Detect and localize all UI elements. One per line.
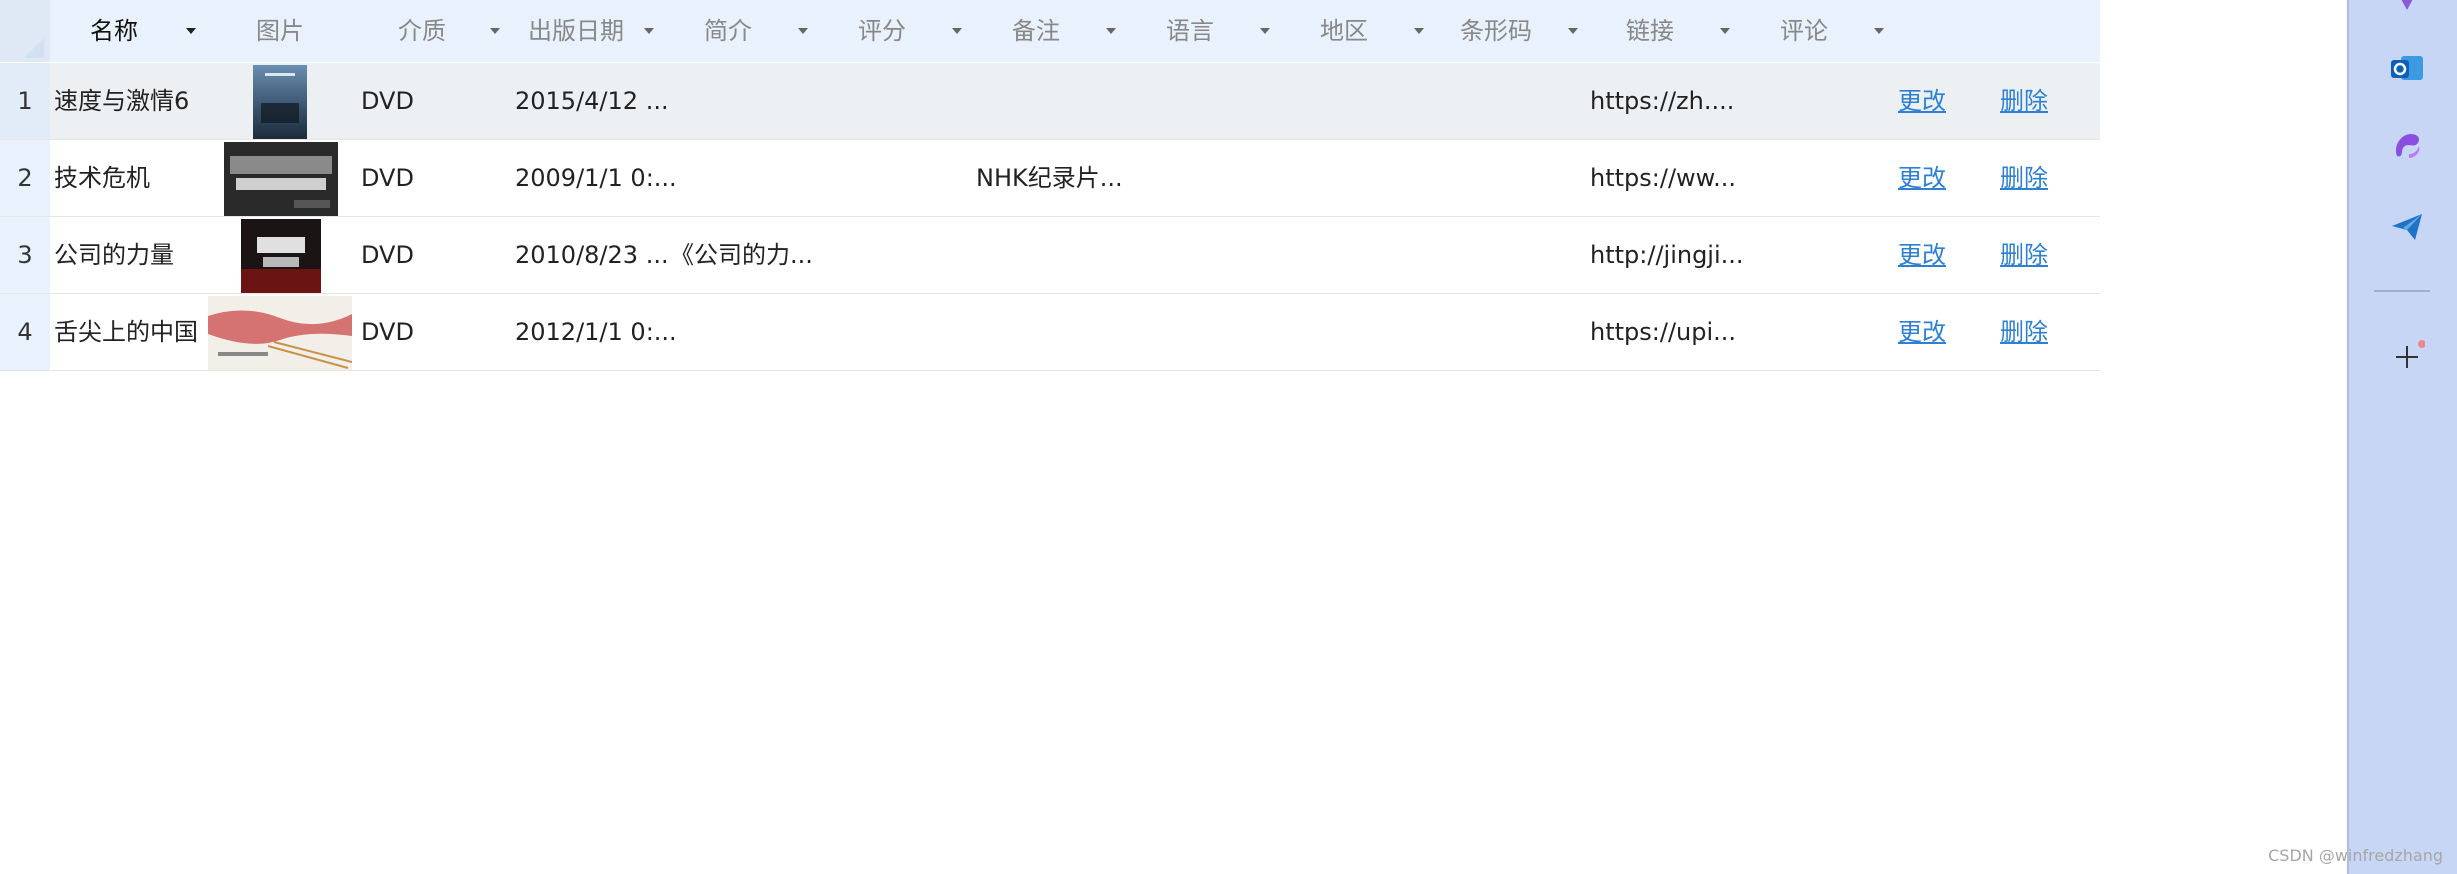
- cell-date[interactable]: 2015/4/12 ...: [515, 63, 669, 139]
- dropdown-caret-icon[interactable]: [1414, 28, 1424, 34]
- sidebar-divider: [2374, 290, 2430, 292]
- edit-link[interactable]: 更改: [1898, 294, 1946, 370]
- poster-thumbnail[interactable]: [224, 142, 338, 216]
- select-all-corner[interactable]: [0, 0, 50, 62]
- cell-intro[interactable]: 《公司的力...: [670, 217, 813, 293]
- col-header-intro[interactable]: 简介: [704, 0, 814, 62]
- cell-name[interactable]: 技术危机: [54, 140, 150, 216]
- cell-name[interactable]: 速度与激情6: [54, 63, 189, 139]
- dropdown-caret-icon[interactable]: [186, 28, 196, 34]
- dropdown-caret-icon[interactable]: [1568, 28, 1578, 34]
- col-header-date[interactable]: 出版日期: [528, 0, 663, 62]
- dropdown-caret-icon[interactable]: [1260, 28, 1270, 34]
- col-header-comment[interactable]: 评论: [1780, 0, 1890, 62]
- row-number[interactable]: 3: [0, 217, 50, 293]
- dropdown-caret-icon[interactable]: [952, 28, 962, 34]
- apps-icon[interactable]: [2389, 0, 2425, 18]
- right-sidebar: [2347, 0, 2457, 874]
- cell-link[interactable]: https://upi...: [1590, 294, 1736, 370]
- cell-media[interactable]: DVD: [361, 63, 414, 139]
- poster-thumbnail[interactable]: [253, 65, 307, 139]
- dropdown-caret-icon[interactable]: [798, 28, 808, 34]
- grid-header: 名称 图片 介质 出版日期 简介 评分 备注 语言 地区 条形码 链接 评论: [0, 0, 2100, 62]
- table-row[interactable]: 4 舌尖上的中国 DVD 2012/1/1 0:... https://upi.…: [0, 294, 2100, 371]
- col-header-image[interactable]: 图片: [256, 0, 356, 62]
- cell-media[interactable]: DVD: [361, 294, 414, 370]
- delete-link[interactable]: 删除: [2000, 217, 2048, 293]
- poster-thumbnail[interactable]: [208, 296, 352, 370]
- col-header-region[interactable]: 地区: [1320, 0, 1430, 62]
- cell-media[interactable]: DVD: [361, 217, 414, 293]
- row-number[interactable]: 2: [0, 140, 50, 216]
- delete-link[interactable]: 删除: [2000, 140, 2048, 216]
- watermark-text: CSDN @winfredzhang: [2268, 846, 2443, 865]
- edit-link[interactable]: 更改: [1898, 63, 1946, 139]
- col-header-note[interactable]: 备注: [1012, 0, 1122, 62]
- dropdown-caret-icon[interactable]: [1720, 28, 1730, 34]
- cell-link[interactable]: http://jingji...: [1590, 217, 1744, 293]
- col-header-rating[interactable]: 评分: [858, 0, 968, 62]
- dropdown-caret-icon[interactable]: [1106, 28, 1116, 34]
- copilot-icon[interactable]: [2389, 128, 2425, 164]
- data-grid: 名称 图片 介质 出版日期 简介 评分 备注 语言 地区 条形码 链接 评论 1…: [0, 0, 2100, 874]
- cell-date[interactable]: 2012/1/1 0:...: [515, 294, 677, 370]
- cell-note[interactable]: NHK纪录片...: [976, 140, 1123, 216]
- outlook-icon[interactable]: [2389, 50, 2425, 86]
- dropdown-caret-icon[interactable]: [1874, 28, 1884, 34]
- add-icon[interactable]: [2389, 338, 2426, 374]
- send-icon[interactable]: [2389, 208, 2425, 244]
- edit-link[interactable]: 更改: [1898, 217, 1946, 293]
- delete-link[interactable]: 删除: [2000, 294, 2048, 370]
- dropdown-caret-icon[interactable]: [644, 28, 654, 34]
- cell-name[interactable]: 舌尖上的中国: [54, 294, 198, 370]
- delete-link[interactable]: 删除: [2000, 63, 2048, 139]
- cell-media[interactable]: DVD: [361, 140, 414, 216]
- cell-link[interactable]: https://zh....: [1590, 63, 1734, 139]
- table-row[interactable]: 1 速度与激情6 DVD 2015/4/12 ... https://zh...…: [0, 63, 2100, 140]
- edit-link[interactable]: 更改: [1898, 140, 1946, 216]
- row-number[interactable]: 4: [0, 294, 50, 370]
- cell-name[interactable]: 公司的力量: [54, 217, 174, 293]
- cell-date[interactable]: 2009/1/1 0:...: [515, 140, 677, 216]
- col-header-name[interactable]: 名称: [90, 0, 200, 62]
- cell-date[interactable]: 2010/8/23 ...: [515, 217, 669, 293]
- col-header-language[interactable]: 语言: [1166, 0, 1276, 62]
- col-header-link[interactable]: 链接: [1626, 0, 1736, 62]
- row-number[interactable]: 1: [0, 63, 50, 139]
- col-header-media[interactable]: 介质: [398, 0, 508, 62]
- cell-link[interactable]: https://ww...: [1590, 140, 1736, 216]
- poster-thumbnail[interactable]: [241, 219, 321, 293]
- dropdown-caret-icon[interactable]: [490, 28, 500, 34]
- col-header-barcode[interactable]: 条形码: [1460, 0, 1580, 62]
- table-row[interactable]: 2 技术危机 DVD 2009/1/1 0:... NHK纪录片... http…: [0, 140, 2100, 217]
- table-row[interactable]: 3 公司的力量 DVD 2010/8/23 ... 《公司的力... http:…: [0, 217, 2100, 294]
